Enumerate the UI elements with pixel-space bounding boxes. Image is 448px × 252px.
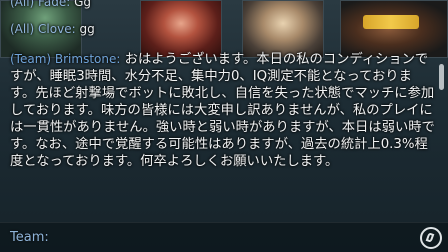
chat-scrollbar-thumb[interactable] <box>439 64 444 90</box>
chat-line-clove: (All) Clove: gg <box>10 22 95 36</box>
chat-sender: (All) Fade: <box>10 0 71 9</box>
chat-sender: (All) Clove: <box>10 22 76 36</box>
chat-input[interactable] <box>54 227 408 251</box>
chat-line-fade: (All) Fade: Gg <box>10 0 91 9</box>
chat-text: gg <box>75 22 95 36</box>
game-chat-screen: (All) Fade: Gg (All) Clove: gg (Team) Br… <box>0 0 448 252</box>
chat-text: Gg <box>70 0 91 9</box>
chat-message-text: おはようございます。本日の私のコンディションですが、睡眠3時間、水分不足、集中力… <box>10 52 435 169</box>
chat-input-row: Team: <box>0 222 448 252</box>
chat-panel: (All) Fade: Gg (All) Clove: gg (Team) Br… <box>0 0 448 252</box>
chat-sender-team: (Team) Brimstone: <box>10 52 121 66</box>
chat-line-brimstone: (Team) Brimstone: おはようございます。本日の私のコンディション… <box>10 51 435 170</box>
chat-scrollbar[interactable] <box>438 56 446 156</box>
chat-channel-icon[interactable] <box>420 227 442 249</box>
chat-channel-label: Team: <box>10 230 49 245</box>
